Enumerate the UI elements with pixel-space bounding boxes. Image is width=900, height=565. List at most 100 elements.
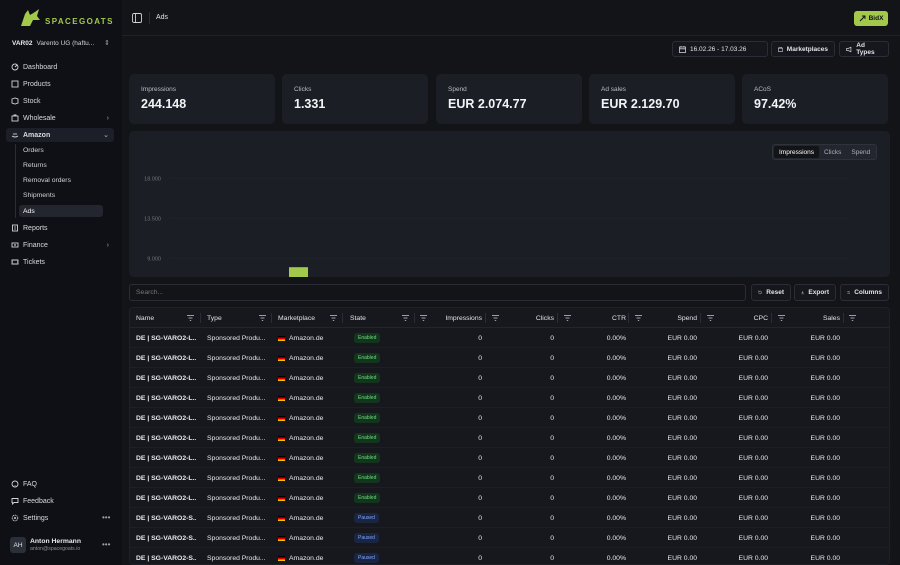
cell-name[interactable]: DE | SG-VARO2-L... [136, 448, 196, 468]
filter-icon[interactable] [402, 315, 409, 321]
toggle-spend[interactable]: Spend [846, 146, 875, 158]
table-row[interactable]: DE | SG-VARO2-S... Sponsored Produ... Amaz… [130, 548, 889, 564]
column-divider[interactable] [271, 313, 272, 323]
germany-flag-icon [278, 455, 285, 461]
table-row[interactable]: DE | SG-VARO2-L... Sponsored Produ... Amaz… [130, 408, 889, 428]
cell-name[interactable]: DE | SG-VARO2-L... [136, 388, 196, 408]
search-input[interactable] [136, 289, 739, 296]
ad-types-filter[interactable]: Ad Types [839, 41, 889, 57]
bidx-button[interactable]: BidX [854, 11, 888, 26]
brand-logo[interactable]: SPACEGOATS [18, 8, 114, 28]
sidebar-subitem-returns[interactable]: Returns [19, 159, 103, 171]
filter-icon[interactable] [187, 315, 194, 321]
columns-button[interactable]: Columns [840, 284, 889, 301]
table-row[interactable]: DE | SG-VARO2-L... Sponsored Produ... Amaz… [130, 428, 889, 448]
sidebar-item-dashboard[interactable]: Dashboard [6, 60, 114, 74]
org-switcher[interactable]: VAR02 Varento UG (haftu... ⇕ [6, 36, 114, 50]
column-divider[interactable] [771, 313, 772, 323]
cell-impressions: 0 [478, 434, 482, 442]
sidebar-subitem-ads[interactable]: Ads [19, 205, 103, 217]
cell-name[interactable]: DE | SG-VARO2-L... [136, 428, 196, 448]
filter-icon[interactable] [849, 315, 856, 321]
table-row[interactable]: DE | SG-VARO2-L... Sponsored Produ... Amaz… [130, 348, 889, 368]
sidebar-item-feedback[interactable]: Feedback [6, 494, 114, 508]
user-more-icon[interactable]: ••• [102, 540, 110, 549]
column-divider[interactable] [700, 313, 701, 323]
marketplaces-filter[interactable]: Marketplaces [771, 41, 835, 57]
settings-more-icon[interactable]: ••• [102, 513, 110, 522]
sidebar-item-settings[interactable]: Settings [6, 511, 114, 525]
sidebar-item-stock[interactable]: Stock [6, 94, 114, 108]
breadcrumb[interactable]: Ads [156, 14, 168, 21]
column-divider[interactable] [342, 313, 343, 323]
cell-name[interactable]: DE | SG-VARO2-L... [136, 348, 196, 368]
column-divider[interactable] [200, 313, 201, 323]
cell-ctr: 0.00% [606, 514, 626, 522]
cell-name[interactable]: DE | SG-VARO2-S... [136, 508, 196, 528]
table-row[interactable]: DE | SG-VARO2-L... Sponsored Produ... Amaz… [130, 328, 889, 348]
table-row[interactable]: DE | SG-VARO2-S... Sponsored Produ... Amaz… [130, 528, 889, 548]
cell-name[interactable]: DE | SG-VARO2-S... [136, 548, 196, 564]
table-row[interactable]: DE | SG-VARO2-L... Sponsored Produ... Amaz… [130, 448, 889, 468]
sidebar-item-wholesale[interactable]: Wholesale › [6, 111, 114, 125]
cell-impressions: 0 [478, 514, 482, 522]
column-divider[interactable] [414, 313, 415, 323]
filter-icon[interactable] [492, 315, 499, 321]
toggle-clicks[interactable]: Clicks [819, 146, 846, 158]
column-divider[interactable] [557, 313, 558, 323]
sidebar-item-amazon[interactable]: Amazon ⌄ [6, 128, 114, 142]
sidebar-toggle-icon[interactable] [132, 13, 142, 23]
sidebar-subitem-removal-orders[interactable]: Removal orders [19, 174, 103, 186]
reset-button[interactable]: Reset [751, 284, 791, 301]
column-header-marketplace[interactable]: Marketplace [278, 308, 338, 328]
chart-bar[interactable] [289, 267, 308, 277]
sidebar-item-tickets[interactable]: Tickets [6, 255, 114, 269]
column-header-spend[interactable]: Spend [640, 308, 697, 328]
sidebar-subitem-orders[interactable]: Orders [19, 144, 103, 156]
table-row[interactable]: DE | SG-VARO2-L... Sponsored Produ... Amaz… [130, 368, 889, 388]
sidebar-item-finance[interactable]: Finance › [6, 238, 114, 252]
export-button[interactable]: Export [794, 284, 836, 301]
search-bar[interactable] [129, 284, 746, 301]
filter-icon[interactable] [707, 315, 714, 321]
date-range-picker[interactable]: 16.02.26 - 17.03.26 [672, 41, 768, 57]
marketplace-name: Amazon.de [289, 354, 324, 362]
toggle-impressions[interactable]: Impressions [774, 146, 820, 158]
column-header-impressions[interactable]: Impressions [426, 308, 482, 328]
sidebar-item-reports[interactable]: Reports [6, 221, 114, 235]
sidebar-item-label: FAQ [23, 480, 38, 488]
column-header-cpc[interactable]: CPC [720, 308, 768, 328]
cell-type: Sponsored Produ... [207, 454, 266, 462]
cell-name[interactable]: DE | SG-VARO2-L... [136, 328, 196, 348]
status-badge: Paused [354, 513, 379, 523]
table-row[interactable]: DE | SG-VARO2-L... Sponsored Produ... Amaz… [130, 388, 889, 408]
sidebar-item-faq[interactable]: FAQ [6, 477, 114, 491]
cell-name[interactable]: DE | SG-VARO2-L... [136, 368, 196, 388]
status-badge: Enabled [354, 333, 381, 343]
cell-marketplace: Amazon.de [278, 548, 338, 564]
column-header-clicks[interactable]: Clicks [508, 308, 554, 328]
filter-icon[interactable] [330, 315, 337, 321]
sidebar-subitem-shipments[interactable]: Shipments [19, 189, 103, 201]
column-header-sales[interactable]: Sales [780, 308, 840, 328]
column-divider[interactable] [485, 313, 486, 323]
column-divider[interactable] [628, 313, 629, 323]
kpi-ad-sales: Ad sales EUR 2.129.70 [589, 74, 735, 124]
cell-name[interactable]: DE | SG-VARO2-L... [136, 408, 196, 428]
user-profile[interactable]: AH Anton Hermann anton@spacegoats.io [10, 537, 81, 553]
cell-name[interactable]: DE | SG-VARO2-L... [136, 468, 196, 488]
table-row[interactable]: DE | SG-VARO2-L... Sponsored Produ... Amaz… [130, 468, 889, 488]
table-row[interactable]: DE | SG-VARO2-L... Sponsored Produ... Amaz… [130, 488, 889, 508]
topbar: Ads BidX [122, 0, 900, 36]
cell-impressions: 0 [478, 374, 482, 382]
cell-type: Sponsored Produ... [207, 514, 266, 522]
sidebar-item-products[interactable]: Products [6, 77, 114, 91]
column-divider[interactable] [843, 313, 844, 323]
cell-name[interactable]: DE | SG-VARO2-L... [136, 488, 196, 508]
column-header-type[interactable]: Type [207, 308, 267, 328]
column-header-ctr[interactable]: CTR [570, 308, 626, 328]
table-row[interactable]: DE | SG-VARO2-S... Sponsored Produ... Amaz… [130, 508, 889, 528]
column-header-state[interactable]: State [350, 308, 410, 328]
cell-name[interactable]: DE | SG-VARO2-S... [136, 528, 196, 548]
filter-icon[interactable] [259, 315, 266, 321]
